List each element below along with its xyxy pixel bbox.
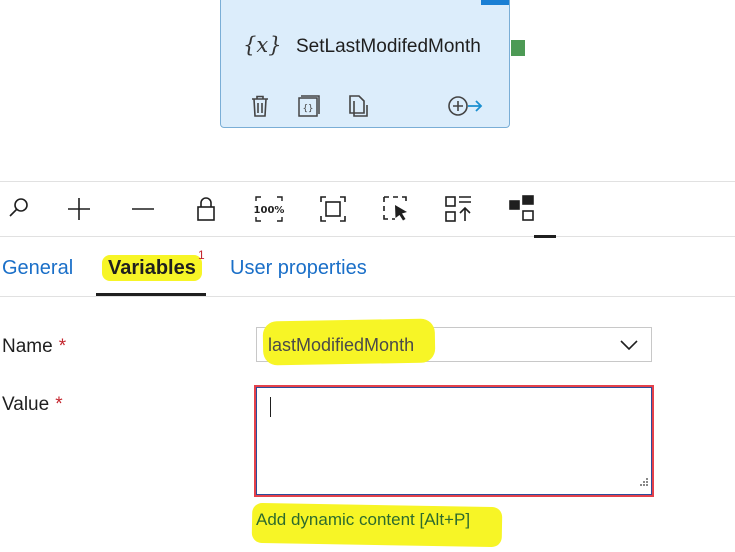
lock-icon[interactable] <box>190 193 222 225</box>
tab-user-properties[interactable]: User properties <box>230 257 367 280</box>
search-icon[interactable] <box>2 193 34 225</box>
canvas-toolbar: 100% <box>0 181 735 237</box>
add-dynamic-content-text: Add dynamic content [Alt+P] <box>256 510 471 529</box>
zoom-out-icon[interactable] <box>127 193 159 225</box>
toolbar-indicator <box>534 235 556 238</box>
activity-node[interactable]: {x} SetLastModifedMonth {} <box>220 0 525 128</box>
variable-name-value: lastModifiedMonth <box>268 335 415 355</box>
select-icon[interactable] <box>380 193 412 225</box>
name-label: Name * <box>2 336 67 357</box>
output-port[interactable] <box>511 40 525 56</box>
copy-icon[interactable] <box>345 93 371 119</box>
zoom-in-icon[interactable] <box>63 193 95 225</box>
fit-to-window-icon[interactable] <box>317 193 349 225</box>
variable-name-dropdown[interactable]: lastModifiedMonth <box>256 318 652 366</box>
auto-align-icon[interactable] <box>443 193 475 225</box>
value-textarea-focus-ring <box>256 387 652 495</box>
variable-icon: {x} <box>243 33 282 57</box>
chevron-down-icon <box>619 337 639 358</box>
add-output-icon[interactable] <box>445 93 485 119</box>
code-icon[interactable]: {} <box>295 93 321 119</box>
value-label: Value * <box>2 394 63 415</box>
value-textarea[interactable] <box>254 385 654 497</box>
active-tab-underline <box>96 293 206 296</box>
name-required-mark: * <box>58 336 67 357</box>
svg-text:100%: 100% <box>254 205 285 216</box>
activity-top-accent <box>481 0 509 5</box>
activity-name: SetLastModifedMonth <box>296 36 481 57</box>
tab-general[interactable]: General <box>2 257 73 280</box>
delete-icon[interactable] <box>247 93 273 119</box>
activity-actions: {} <box>245 93 495 119</box>
tab-variables[interactable]: Variables <box>102 255 202 281</box>
tab-variables-label: Variables <box>102 255 202 281</box>
value-required-mark: * <box>55 394 63 415</box>
properties-tabs: General Variables 1 User properties <box>0 248 735 297</box>
layout-icon[interactable] <box>507 193 539 225</box>
text-caret <box>270 397 271 417</box>
resize-grip-icon[interactable] <box>639 474 649 492</box>
svg-text:{}: {} <box>303 104 314 114</box>
tab-variables-error-badge: 1 <box>198 248 205 262</box>
zoom-100-icon[interactable]: 100% <box>253 193 285 225</box>
